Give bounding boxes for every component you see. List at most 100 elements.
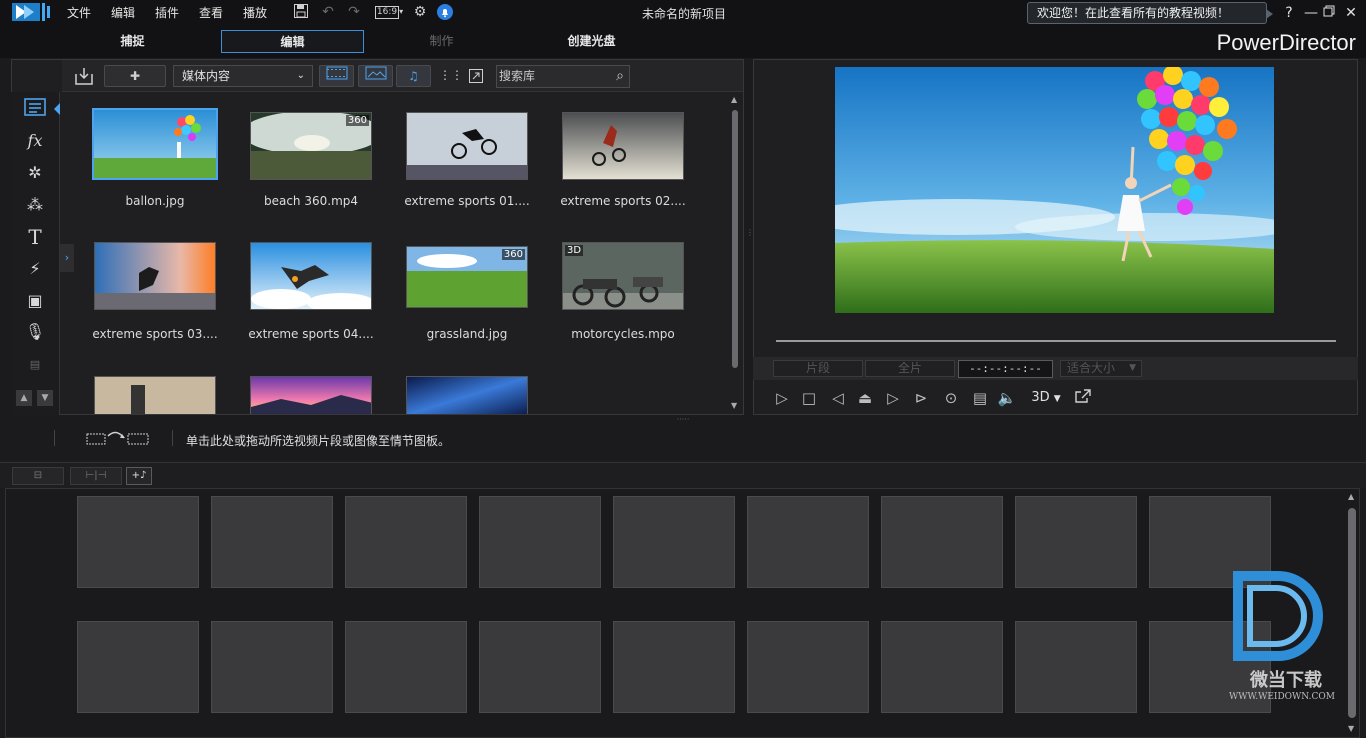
media-thumb-extreme-sports-02[interactable] <box>562 112 684 180</box>
menu-edit[interactable]: 编辑 <box>111 4 135 21</box>
tab-create-disc[interactable]: 创建光盘 <box>520 30 663 53</box>
undo-icon[interactable]: ↶ <box>318 3 338 21</box>
storyboard-slot[interactable] <box>211 621 333 713</box>
timecode-display[interactable]: --:--:--:-- <box>958 360 1053 378</box>
stop-icon[interactable]: □ <box>798 388 820 408</box>
save-icon[interactable] <box>291 3 311 21</box>
media-thumb-extreme-sports-03[interactable] <box>94 242 216 310</box>
media-thumb-extreme-sports-04[interactable] <box>250 242 372 310</box>
movie-mode-button[interactable]: 全片 <box>865 360 955 377</box>
storyboard-slot[interactable] <box>77 621 199 713</box>
previous-frame-icon[interactable]: ◁ <box>827 388 849 408</box>
timeline-view-button[interactable]: ⊢|⊣ <box>70 467 122 485</box>
gear-icon[interactable]: ⚙ <box>410 3 430 21</box>
media-thumbnail <box>251 377 371 414</box>
storyboard-slot[interactable] <box>881 496 1003 588</box>
filter-image-button[interactable] <box>358 65 393 87</box>
tab-produce[interactable]: 制作 <box>370 30 513 53</box>
storyboard-slot[interactable] <box>211 496 333 588</box>
undock-preview-icon[interactable] <box>1072 388 1094 408</box>
panel-resize-handle[interactable]: ····· <box>673 416 693 424</box>
redo-icon[interactable]: ↷ <box>344 3 364 21</box>
fx-room-icon[interactable]: fx <box>23 130 47 152</box>
expand-panel-icon[interactable]: › <box>60 244 74 272</box>
particle-room-icon[interactable]: ⁂ <box>23 194 47 216</box>
import-media-icon[interactable] <box>74 66 94 86</box>
aspect-ratio-select[interactable]: 16:9 ▾ <box>372 3 406 21</box>
storyboard-slot[interactable] <box>747 496 869 588</box>
media-room-icon[interactable] <box>23 98 47 120</box>
scroll-down-icon[interactable]: ▼ <box>731 402 739 410</box>
storyboard-slot[interactable] <box>1015 496 1137 588</box>
plugin-button[interactable]: ✚ <box>104 65 166 87</box>
media-thumb[interactable] <box>250 376 372 414</box>
media-thumb[interactable] <box>94 376 216 414</box>
storyboard-slot[interactable] <box>479 621 601 713</box>
media-thumb-motorcycles[interactable]: 3D <box>562 242 684 310</box>
fit-size-dropdown[interactable]: 适合大小 ▼ <box>1060 360 1142 377</box>
scroll-up-icon[interactable]: ▲ <box>16 390 32 406</box>
media-thumb-extreme-sports-01[interactable] <box>406 112 528 180</box>
preview-progress-bar[interactable] <box>776 340 1336 342</box>
scrollbar-thumb[interactable] <box>1348 508 1356 718</box>
3d-mode-toggle[interactable]: 3D ▼ <box>1024 388 1068 408</box>
storyboard-slot[interactable] <box>345 621 467 713</box>
scroll-down-icon[interactable]: ▼ <box>37 390 53 406</box>
help-icon[interactable]: ? <box>1280 4 1298 22</box>
snapshot-camera-icon[interactable]: ⊙ <box>940 388 962 408</box>
grid-view-icon[interactable]: ⋮⋮ <box>439 68 463 84</box>
scroll-down-icon[interactable]: ▼ <box>1348 724 1356 734</box>
media-thumb-grassland[interactable]: 360 <box>406 246 528 308</box>
search-icon[interactable]: ⌕ <box>616 66 624 87</box>
audio-mixing-icon[interactable]: ▣ <box>23 290 47 312</box>
storyboard-slot[interactable] <box>613 621 735 713</box>
scroll-up-icon[interactable]: ▲ <box>1348 492 1356 502</box>
media-thumb-ballon[interactable] <box>92 108 218 180</box>
add-music-button[interactable]: +♪ <box>126 467 152 485</box>
title-room-icon[interactable]: T <box>23 226 47 248</box>
transition-room-icon[interactable]: ⚡ <box>23 258 47 280</box>
close-icon[interactable]: ✕ <box>1342 4 1360 22</box>
scrollbar-thumb[interactable] <box>732 110 738 368</box>
menu-plugins[interactable]: 插件 <box>155 4 179 21</box>
tutorial-tooltip[interactable]: 欢迎您！在此查看所有的教程视频！ <box>1027 2 1273 24</box>
minimize-icon[interactable]: — <box>1302 4 1320 22</box>
storyboard-slot[interactable] <box>747 621 869 713</box>
storyboard-view-button[interactable]: ⊟ <box>12 467 64 485</box>
storyboard-slot[interactable] <box>345 496 467 588</box>
expand-view-icon[interactable] <box>468 68 484 84</box>
split-clip-icon[interactable]: ⏏ <box>854 388 876 408</box>
restore-icon[interactable] <box>1320 4 1338 22</box>
volume-icon[interactable]: 🔈 <box>996 388 1018 408</box>
storyboard-slot[interactable] <box>77 496 199 588</box>
library-search-input[interactable]: 搜索库 ⌕ <box>496 65 630 88</box>
menu-playback[interactable]: 播放 <box>243 4 267 21</box>
storyboard-slot[interactable] <box>479 496 601 588</box>
pip-objects-icon[interactable]: ✲ <box>23 162 47 184</box>
menu-view[interactable]: 查看 <box>199 4 223 21</box>
play-icon[interactable]: ▷ <box>771 388 793 408</box>
filter-video-button[interactable] <box>319 65 354 87</box>
next-frame-icon[interactable]: ▷ <box>882 388 904 408</box>
media-thumb-beach-360[interactable]: 360 <box>250 112 372 180</box>
subtitles-icon[interactable]: ▤ <box>969 388 991 408</box>
storyboard-slot[interactable] <box>1015 621 1137 713</box>
notification-icon[interactable] <box>435 3 455 21</box>
voice-over-icon[interactable]: 🎙 <box>23 321 47 343</box>
add-to-storyboard-icon[interactable] <box>86 428 150 448</box>
chapter-room-icon[interactable]: ▤ <box>23 354 47 376</box>
media-type-dropdown[interactable]: 媒体内容 ⌄ <box>173 65 313 87</box>
library-scrollbar[interactable]: ▲ ▼ <box>731 96 739 412</box>
vertical-resize-handle[interactable]: ⋮ <box>746 228 754 248</box>
filter-audio-button[interactable]: ♫ <box>396 65 431 87</box>
scroll-up-icon[interactable]: ▲ <box>731 96 739 104</box>
fast-forward-icon[interactable]: ⊳ <box>910 388 932 408</box>
clip-mode-button[interactable]: 片段 <box>773 360 863 377</box>
menu-file[interactable]: 文件 <box>67 4 91 21</box>
tab-capture[interactable]: 捕捉 <box>61 30 204 53</box>
storyboard-slot[interactable] <box>613 496 735 588</box>
tab-edit[interactable]: 编辑 <box>221 30 364 53</box>
storyboard-slot[interactable] <box>881 621 1003 713</box>
media-thumb[interactable] <box>406 376 528 414</box>
storyboard-scrollbar[interactable]: ▲ ▼ <box>1346 492 1358 736</box>
